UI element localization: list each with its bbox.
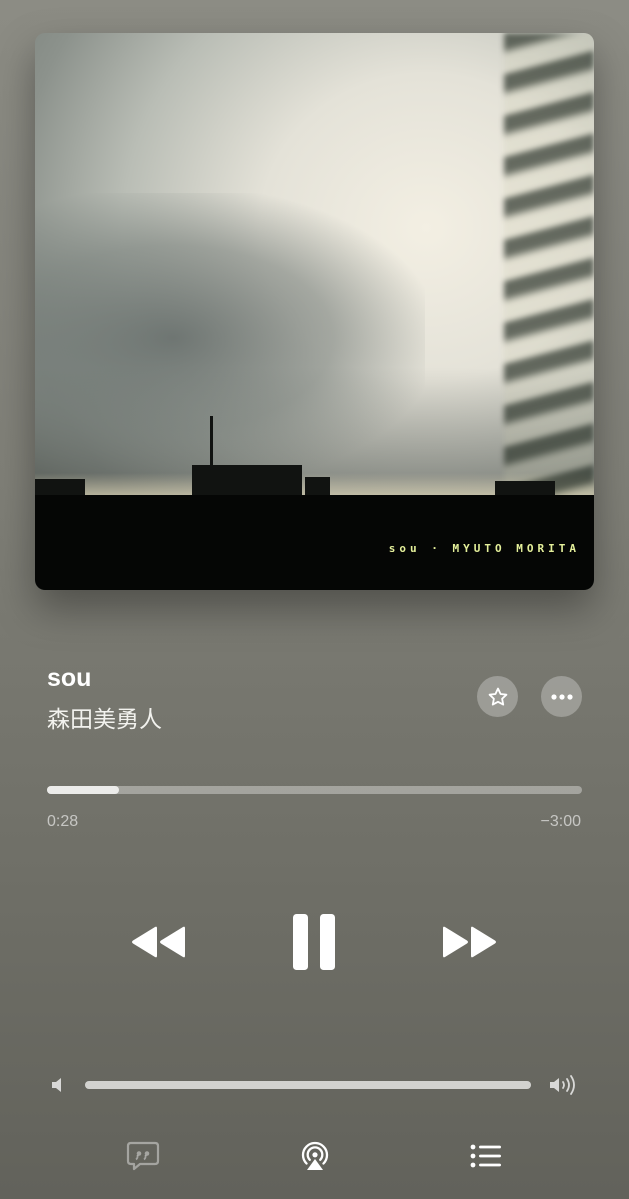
- queue-list-icon: [470, 1144, 501, 1168]
- remaining-time: −3:00: [540, 813, 581, 830]
- track-artist[interactable]: 森田美勇人: [47, 700, 162, 734]
- lyrics-quote-icon: [126, 1141, 160, 1171]
- artwork-antenna: [210, 416, 213, 466]
- rewind-button[interactable]: [126, 920, 190, 964]
- speaker-low-icon: [52, 1078, 61, 1092]
- album-artwork: sou · MYUTO MORITA: [35, 33, 594, 590]
- lyrics-button[interactable]: [124, 1138, 162, 1174]
- volume-slider[interactable]: [85, 1081, 531, 1089]
- artwork-cloud: [35, 193, 425, 483]
- airplay-icon: [301, 1141, 329, 1170]
- elapsed-time: 0:28: [47, 813, 79, 830]
- volume-max-icon-wrap: [547, 1073, 579, 1097]
- speaker-high-icon: [550, 1075, 575, 1095]
- favorite-button[interactable]: [477, 676, 518, 717]
- fast-forward-button[interactable]: [438, 920, 502, 964]
- playback-progress-fill: [47, 786, 119, 794]
- track-title: sou: [47, 664, 92, 692]
- volume-min-icon-wrap: [48, 1075, 68, 1095]
- album-artwork-text: sou · MYUTO MORITA: [388, 542, 580, 555]
- fast-forward-icon: [443, 926, 496, 958]
- pause-icon: [293, 914, 335, 970]
- ellipsis-icon: [550, 693, 573, 700]
- more-button[interactable]: [541, 676, 582, 717]
- star-icon: [488, 687, 507, 706]
- volume-level-fill: [85, 1081, 531, 1089]
- pause-button[interactable]: [284, 910, 344, 974]
- playback-scrubber[interactable]: [47, 786, 582, 794]
- queue-button[interactable]: [466, 1140, 506, 1172]
- rewind-icon: [132, 926, 185, 958]
- artwork-building: [192, 465, 302, 497]
- airplay-button[interactable]: [296, 1137, 334, 1175]
- artwork-building: [305, 477, 330, 497]
